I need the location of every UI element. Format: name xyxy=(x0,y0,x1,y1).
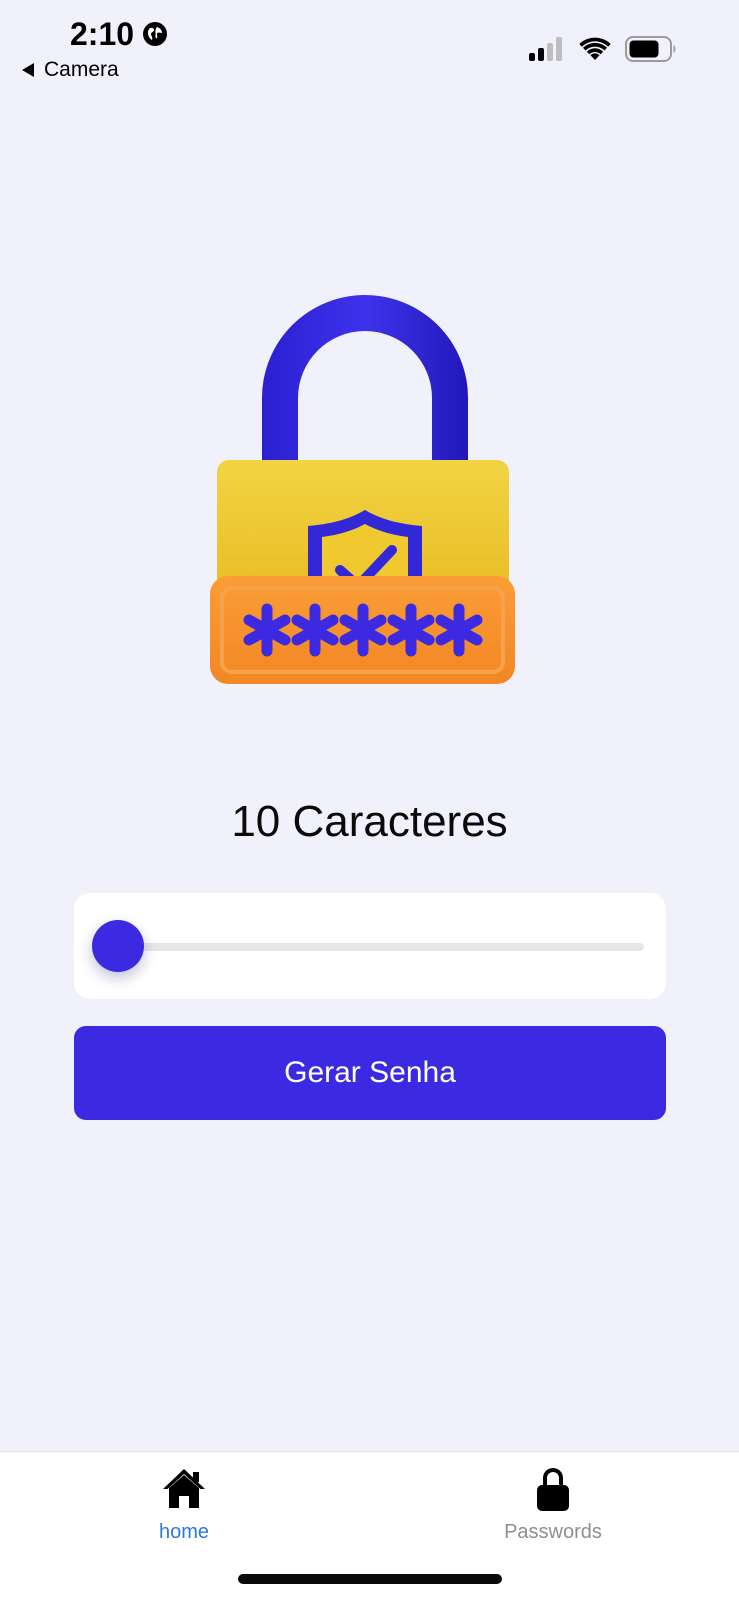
cellular-signal-icon xyxy=(529,37,562,61)
tab-passwords-label: Passwords xyxy=(504,1521,602,1543)
back-to-camera-link[interactable]: Camera xyxy=(22,56,119,84)
tab-passwords[interactable]: Passwords xyxy=(463,1464,643,1554)
back-link-label: Camera xyxy=(44,58,119,81)
password-length-label: 10 Caracteres xyxy=(231,797,508,846)
status-time: 2:10 xyxy=(70,16,135,52)
slider-thumb[interactable] xyxy=(92,920,144,972)
status-icons xyxy=(529,36,677,62)
slider-track[interactable] xyxy=(118,943,644,951)
tab-home[interactable]: home xyxy=(94,1464,274,1554)
tab-home-label: home xyxy=(158,1521,210,1543)
length-slider-card xyxy=(74,893,666,999)
wifi-icon xyxy=(579,37,611,60)
back-arrow-icon xyxy=(22,63,34,77)
globe-icon xyxy=(143,22,167,46)
padlock-password-illustration xyxy=(210,295,515,684)
generate-password-button[interactable]: Gerar Senha xyxy=(74,1026,666,1120)
home-indicator xyxy=(238,1574,502,1584)
battery-icon xyxy=(625,36,676,62)
lock-icon xyxy=(537,1468,569,1511)
home-icon xyxy=(163,1469,205,1508)
